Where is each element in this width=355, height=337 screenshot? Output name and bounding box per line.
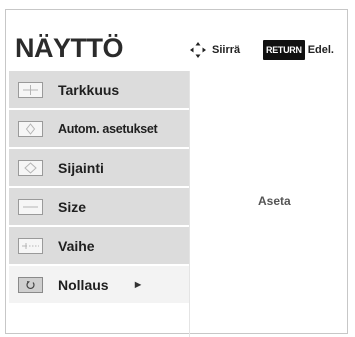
- back-hint: RETURN Edel.: [263, 40, 334, 60]
- page-title: NÄYTTÖ: [15, 33, 124, 63]
- osd-screen: NÄYTTÖ Siirrä RETURN Edel. Tarkkuus Auto…: [0, 0, 355, 337]
- menu-item-tarkkuus[interactable]: Tarkkuus: [9, 71, 189, 109]
- back-hint-label: Edel.: [307, 44, 334, 56]
- menu-item-nollaus[interactable]: Nollaus ►: [9, 266, 189, 304]
- menu-item-label: Vaihe: [58, 237, 95, 254]
- menu-item-sijainti[interactable]: Sijainti: [9, 149, 189, 187]
- size-icon: [18, 198, 43, 215]
- submenu-arrow-icon: ►: [132, 278, 144, 291]
- menu-item-label: Nollaus: [58, 276, 109, 293]
- reset-icon: [18, 276, 43, 293]
- auto-config-icon: [18, 120, 43, 137]
- menu-item-autom-asetukset[interactable]: Autom. asetukset: [9, 110, 189, 148]
- right-panel-label: Aseta: [258, 194, 291, 208]
- move-hint: Siirrä: [190, 42, 240, 58]
- return-key-badge: RETURN: [263, 40, 305, 60]
- move-arrows-icon: [190, 42, 206, 58]
- menu-item-label: Tarkkuus: [58, 81, 120, 98]
- menu-divider: [189, 71, 190, 337]
- menu-item-vaihe[interactable]: Vaihe: [9, 227, 189, 265]
- resolution-icon: [18, 81, 43, 98]
- menu-item-label: Size: [58, 198, 87, 215]
- menu-item-label: Sijainti: [58, 159, 104, 176]
- settings-menu: Tarkkuus Autom. asetukset Sijainti Size …: [9, 71, 189, 337]
- menu-item-label: Autom. asetukset: [58, 121, 158, 136]
- position-icon: [18, 159, 43, 176]
- phase-icon: [18, 237, 43, 254]
- move-hint-label: Siirrä: [212, 44, 241, 56]
- menu-item-size[interactable]: Size: [9, 188, 189, 226]
